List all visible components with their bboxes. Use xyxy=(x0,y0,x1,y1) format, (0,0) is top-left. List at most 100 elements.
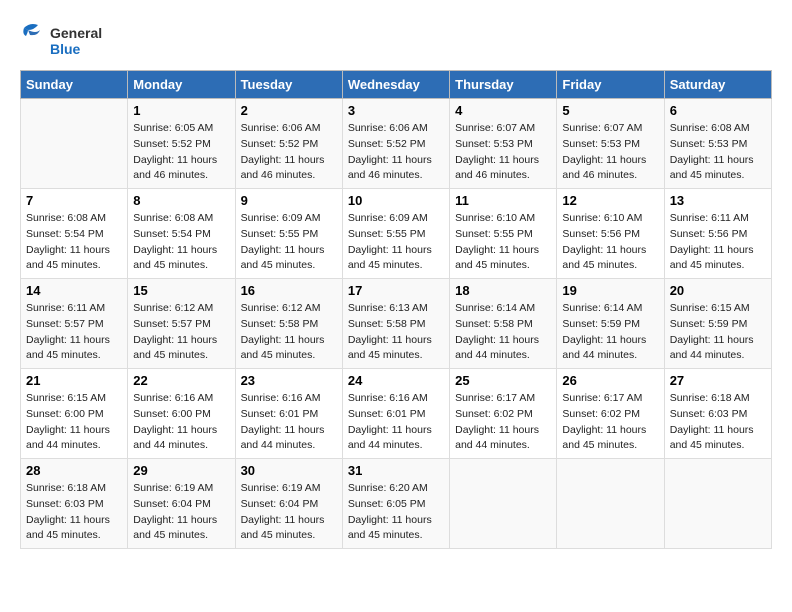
week-row-1: 1 Sunrise: 6:05 AMSunset: 5:52 PMDaylight… xyxy=(21,99,772,189)
cell-week1-day6: 5 Sunrise: 6:07 AMSunset: 5:53 PMDaylight… xyxy=(557,99,664,189)
day-number: 25 xyxy=(455,373,551,388)
day-info: Sunrise: 6:09 AMSunset: 5:55 PMDaylight:… xyxy=(348,211,444,274)
cell-week4-day3: 23 Sunrise: 6:16 AMSunset: 6:01 PMDayligh… xyxy=(235,369,342,459)
header-thursday: Thursday xyxy=(450,71,557,99)
header-wednesday: Wednesday xyxy=(342,71,449,99)
day-info: Sunrise: 6:14 AMSunset: 5:59 PMDaylight:… xyxy=(562,301,658,364)
day-info: Sunrise: 6:15 AMSunset: 5:59 PMDaylight:… xyxy=(670,301,766,364)
cell-week3-day1: 14 Sunrise: 6:11 AMSunset: 5:57 PMDayligh… xyxy=(21,279,128,369)
day-number: 12 xyxy=(562,193,658,208)
logo: General Blue xyxy=(20,20,130,60)
cell-week4-day1: 21Sunrise: 6:15 AMSunset: 6:00 PMDayligh… xyxy=(21,369,128,459)
day-number: 21 xyxy=(26,373,122,388)
day-info: Sunrise: 6:18 AMSunset: 6:03 PMDaylight:… xyxy=(26,481,122,544)
cell-week1-day3: 2 Sunrise: 6:06 AMSunset: 5:52 PMDaylight… xyxy=(235,99,342,189)
day-info: Sunrise: 6:10 AMSunset: 5:56 PMDaylight:… xyxy=(562,211,658,274)
cell-week4-day2: 22 Sunrise: 6:16 AMSunset: 6:00 PMDayligh… xyxy=(128,369,235,459)
cell-week5-day3: 30 Sunrise: 6:19 AMSunset: 6:04 PMDayligh… xyxy=(235,459,342,549)
day-number: 18 xyxy=(455,283,551,298)
day-number: 26 xyxy=(562,373,658,388)
day-info: Sunrise: 6:17 AMSunset: 6:02 PMDaylight:… xyxy=(562,391,658,454)
week-row-5: 28Sunrise: 6:18 AMSunset: 6:03 PMDayligh… xyxy=(21,459,772,549)
header-friday: Friday xyxy=(557,71,664,99)
cell-week3-day6: 19Sunrise: 6:14 AMSunset: 5:59 PMDayligh… xyxy=(557,279,664,369)
week-row-4: 21Sunrise: 6:15 AMSunset: 6:00 PMDayligh… xyxy=(21,369,772,459)
cell-week5-day7 xyxy=(664,459,771,549)
header-monday: Monday xyxy=(128,71,235,99)
cell-week5-day5 xyxy=(450,459,557,549)
day-number: 29 xyxy=(133,463,229,478)
day-number: 3 xyxy=(348,103,444,118)
day-number: 6 xyxy=(670,103,766,118)
day-info: Sunrise: 6:09 AMSunset: 5:55 PMDaylight:… xyxy=(241,211,337,274)
day-info: Sunrise: 6:10 AMSunset: 5:55 PMDaylight:… xyxy=(455,211,551,274)
day-info: Sunrise: 6:08 AMSunset: 5:53 PMDaylight:… xyxy=(670,121,766,184)
day-number: 27 xyxy=(670,373,766,388)
cell-week1-day4: 3 Sunrise: 6:06 AMSunset: 5:52 PMDaylight… xyxy=(342,99,449,189)
cell-week1-day5: 4 Sunrise: 6:07 AMSunset: 5:53 PMDaylight… xyxy=(450,99,557,189)
day-number: 9 xyxy=(241,193,337,208)
day-info: Sunrise: 6:19 AMSunset: 6:04 PMDaylight:… xyxy=(241,481,337,544)
day-info: Sunrise: 6:06 AMSunset: 5:52 PMDaylight:… xyxy=(348,121,444,184)
cell-week1-day7: 6 Sunrise: 6:08 AMSunset: 5:53 PMDaylight… xyxy=(664,99,771,189)
cell-week5-day2: 29 Sunrise: 6:19 AMSunset: 6:04 PMDayligh… xyxy=(128,459,235,549)
logo: General Blue xyxy=(20,20,130,60)
header-tuesday: Tuesday xyxy=(235,71,342,99)
cell-week2-day3: 9 Sunrise: 6:09 AMSunset: 5:55 PMDaylight… xyxy=(235,189,342,279)
cell-week2-day2: 8 Sunrise: 6:08 AMSunset: 5:54 PMDaylight… xyxy=(128,189,235,279)
day-number: 2 xyxy=(241,103,337,118)
day-number: 22 xyxy=(133,373,229,388)
cell-week4-day5: 25 Sunrise: 6:17 AMSunset: 6:02 PMDayligh… xyxy=(450,369,557,459)
day-info: Sunrise: 6:16 AMSunset: 6:01 PMDaylight:… xyxy=(241,391,337,454)
cell-week4-day4: 24 Sunrise: 6:16 AMSunset: 6:01 PMDayligh… xyxy=(342,369,449,459)
calendar-header-row: SundayMondayTuesdayWednesdayThursdayFrid… xyxy=(21,71,772,99)
cell-week4-day6: 26 Sunrise: 6:17 AMSunset: 6:02 PMDayligh… xyxy=(557,369,664,459)
cell-week2-day1: 7Sunrise: 6:08 AMSunset: 5:54 PMDaylight… xyxy=(21,189,128,279)
day-number: 5 xyxy=(562,103,658,118)
day-number: 20 xyxy=(670,283,766,298)
day-number: 4 xyxy=(455,103,551,118)
cell-week2-day6: 12 Sunrise: 6:10 AMSunset: 5:56 PMDayligh… xyxy=(557,189,664,279)
day-number: 23 xyxy=(241,373,337,388)
cell-week2-day7: 13Sunrise: 6:11 AMSunset: 5:56 PMDayligh… xyxy=(664,189,771,279)
day-info: Sunrise: 6:07 AMSunset: 5:53 PMDaylight:… xyxy=(562,121,658,184)
day-info: Sunrise: 6:16 AMSunset: 6:01 PMDaylight:… xyxy=(348,391,444,454)
day-info: Sunrise: 6:16 AMSunset: 6:00 PMDaylight:… xyxy=(133,391,229,454)
day-info: Sunrise: 6:12 AMSunset: 5:58 PMDaylight:… xyxy=(241,301,337,364)
day-number: 1 xyxy=(133,103,229,118)
header-sunday: Sunday xyxy=(21,71,128,99)
svg-text:General: General xyxy=(50,25,102,41)
cell-week3-day4: 17 Sunrise: 6:13 AMSunset: 5:58 PMDayligh… xyxy=(342,279,449,369)
day-number: 16 xyxy=(241,283,337,298)
calendar-table: SundayMondayTuesdayWednesdayThursdayFrid… xyxy=(20,70,772,549)
day-info: Sunrise: 6:14 AMSunset: 5:58 PMDaylight:… xyxy=(455,301,551,364)
day-number: 15 xyxy=(133,283,229,298)
day-info: Sunrise: 6:06 AMSunset: 5:52 PMDaylight:… xyxy=(241,121,337,184)
day-number: 24 xyxy=(348,373,444,388)
day-info: Sunrise: 6:11 AMSunset: 5:57 PMDaylight:… xyxy=(26,301,122,364)
day-number: 31 xyxy=(348,463,444,478)
day-info: Sunrise: 6:07 AMSunset: 5:53 PMDaylight:… xyxy=(455,121,551,184)
logo-svg: General Blue xyxy=(20,20,130,60)
day-number: 14 xyxy=(26,283,122,298)
day-info: Sunrise: 6:19 AMSunset: 6:04 PMDaylight:… xyxy=(133,481,229,544)
cell-week4-day7: 27 Sunrise: 6:18 AMSunset: 6:03 PMDayligh… xyxy=(664,369,771,459)
cell-week3-day7: 20 Sunrise: 6:15 AMSunset: 5:59 PMDayligh… xyxy=(664,279,771,369)
day-number: 30 xyxy=(241,463,337,478)
day-number: 13 xyxy=(670,193,766,208)
day-info: Sunrise: 6:05 AMSunset: 5:52 PMDaylight:… xyxy=(133,121,229,184)
cell-week3-day5: 18 Sunrise: 6:14 AMSunset: 5:58 PMDayligh… xyxy=(450,279,557,369)
week-row-2: 7Sunrise: 6:08 AMSunset: 5:54 PMDaylight… xyxy=(21,189,772,279)
week-row-3: 14 Sunrise: 6:11 AMSunset: 5:57 PMDayligh… xyxy=(21,279,772,369)
day-number: 17 xyxy=(348,283,444,298)
svg-text:Blue: Blue xyxy=(50,41,81,57)
day-info: Sunrise: 6:17 AMSunset: 6:02 PMDaylight:… xyxy=(455,391,551,454)
cell-week5-day1: 28Sunrise: 6:18 AMSunset: 6:03 PMDayligh… xyxy=(21,459,128,549)
day-info: Sunrise: 6:08 AMSunset: 5:54 PMDaylight:… xyxy=(133,211,229,274)
day-info: Sunrise: 6:13 AMSunset: 5:58 PMDaylight:… xyxy=(348,301,444,364)
day-number: 8 xyxy=(133,193,229,208)
day-info: Sunrise: 6:20 AMSunset: 6:05 PMDaylight:… xyxy=(348,481,444,544)
cell-week1-day2: 1 Sunrise: 6:05 AMSunset: 5:52 PMDaylight… xyxy=(128,99,235,189)
day-info: Sunrise: 6:18 AMSunset: 6:03 PMDaylight:… xyxy=(670,391,766,454)
cell-week5-day6 xyxy=(557,459,664,549)
